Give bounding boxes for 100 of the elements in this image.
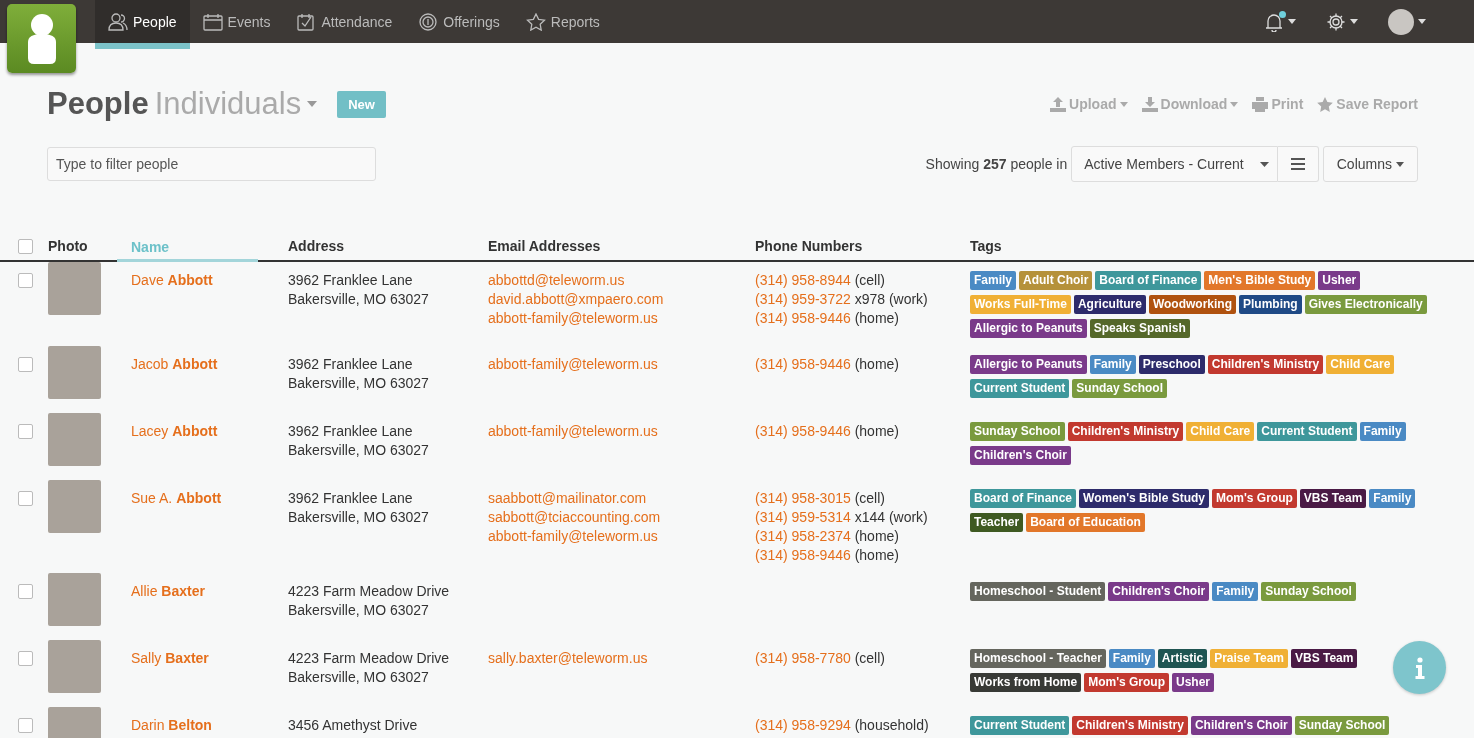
tag-label[interactable]: Praise Team bbox=[1210, 649, 1288, 668]
tag-label[interactable]: Usher bbox=[1172, 673, 1214, 692]
row-checkbox[interactable] bbox=[18, 491, 33, 506]
email-link[interactable]: sally.baxter@teleworm.us bbox=[488, 649, 648, 668]
tag-label[interactable]: Sunday School bbox=[970, 422, 1065, 441]
nav-tab[interactable]: Offerings bbox=[405, 0, 513, 49]
row-checkbox[interactable] bbox=[18, 718, 33, 733]
tag-label[interactable]: Homeschool - Student bbox=[970, 582, 1106, 601]
phone-link[interactable]: (314) 958-9446 bbox=[755, 310, 851, 326]
tag-label[interactable]: Children's Choir bbox=[1190, 716, 1292, 735]
row-checkbox[interactable] bbox=[18, 651, 33, 666]
phone-link[interactable]: (314) 958-7780 bbox=[755, 650, 851, 666]
list-menu-button[interactable] bbox=[1277, 146, 1319, 182]
email-link[interactable]: abbott-family@teleworm.us bbox=[488, 527, 658, 546]
phone-link[interactable]: (314) 958-8944 bbox=[755, 272, 851, 288]
phone-link[interactable]: (314) 958-9446 bbox=[755, 356, 851, 372]
tag-label[interactable]: Board of Finance bbox=[1095, 271, 1202, 290]
phone-link[interactable]: (314) 958-9446 bbox=[755, 547, 851, 563]
upload-icon[interactable] bbox=[1050, 96, 1067, 112]
tag-label[interactable]: Usher bbox=[1318, 271, 1361, 290]
caret-icon[interactable] bbox=[1418, 19, 1426, 24]
email-link[interactable]: abbott-family@teleworm.us bbox=[488, 422, 658, 441]
tag-label[interactable]: Child Care bbox=[1326, 355, 1395, 374]
star-icon[interactable] bbox=[1317, 96, 1334, 112]
tag-label[interactable]: Child Care bbox=[1186, 422, 1255, 441]
tag-label[interactable]: Mom's Group bbox=[1084, 673, 1169, 692]
user-avatar[interactable] bbox=[1388, 8, 1414, 35]
caret-icon[interactable] bbox=[1350, 19, 1358, 24]
person-name-link[interactable]: Sally Baxter bbox=[131, 650, 209, 666]
settings-icon[interactable] bbox=[1326, 11, 1346, 32]
tag-label[interactable]: Family bbox=[1359, 422, 1406, 441]
tag-label[interactable]: Children's Ministry bbox=[1207, 355, 1324, 374]
tag-label[interactable]: Children's Choir bbox=[970, 446, 1071, 465]
person-name-link[interactable]: Dave Abbott bbox=[131, 272, 213, 288]
tag-label[interactable]: Artistic bbox=[1157, 649, 1208, 668]
toolbar-action[interactable]: Print bbox=[1271, 96, 1304, 112]
tag-label[interactable]: Speaks Spanish bbox=[1089, 319, 1190, 338]
email-link[interactable]: saabbott@mailinator.com bbox=[488, 489, 647, 508]
row-checkbox[interactable] bbox=[18, 584, 33, 599]
tag-label[interactable]: Board of Education bbox=[1026, 513, 1145, 532]
tag-label[interactable]: Gives Electronically bbox=[1304, 295, 1427, 314]
column-header[interactable]: Email Addresses bbox=[488, 238, 755, 254]
tag-label[interactable]: Adult Choir bbox=[1019, 271, 1093, 290]
phone-link[interactable]: (314) 959-5314 bbox=[755, 509, 851, 525]
email-link[interactable]: david.abbott@xmpaero.com bbox=[488, 290, 664, 309]
tag-label[interactable]: Agriculture bbox=[1073, 295, 1146, 314]
tag-label[interactable]: Allergic to Peanuts bbox=[970, 319, 1087, 338]
nav-tab[interactable]: People bbox=[95, 0, 190, 49]
tag-label[interactable]: Sunday School bbox=[1261, 582, 1356, 601]
nav-tab[interactable]: Reports bbox=[512, 0, 613, 49]
tag-label[interactable]: Current Student bbox=[1257, 422, 1357, 441]
email-link[interactable]: abbott-family@teleworm.us bbox=[488, 309, 658, 328]
tag-label[interactable]: Men's Bible Study bbox=[1204, 271, 1316, 290]
toolbar-action[interactable]: Save Report bbox=[1336, 96, 1418, 112]
columns-button[interactable]: Columns bbox=[1322, 146, 1418, 182]
tag-label[interactable]: Board of Finance bbox=[970, 489, 1076, 508]
tag-label[interactable]: Current Student bbox=[970, 716, 1070, 735]
person-name-link[interactable]: Allie Baxter bbox=[131, 583, 205, 599]
column-header[interactable]: Name bbox=[117, 232, 258, 262]
tag-label[interactable]: Family bbox=[970, 271, 1016, 290]
tag-label[interactable]: Works from Home bbox=[970, 673, 1082, 692]
email-link[interactable]: sabbott@tciaccounting.com bbox=[488, 508, 661, 527]
phone-link[interactable]: (314) 959-3722 bbox=[755, 291, 851, 307]
tag-label[interactable]: Allergic to Peanuts bbox=[970, 355, 1087, 374]
column-header[interactable]: Address bbox=[288, 238, 488, 254]
filter-input[interactable]: Type to filter people bbox=[47, 147, 376, 181]
printer-icon[interactable] bbox=[1252, 96, 1269, 112]
tag-label[interactable]: Homeschool - Teacher bbox=[970, 649, 1106, 668]
tag-label[interactable]: Mom's Group bbox=[1212, 489, 1297, 508]
nav-tab[interactable]: Attendance bbox=[283, 0, 406, 49]
person-name-link[interactable]: Sue A. Abbott bbox=[131, 490, 222, 506]
phone-link[interactable]: (314) 958-3015 bbox=[755, 490, 851, 506]
row-checkbox[interactable] bbox=[18, 424, 33, 439]
new-button[interactable]: New bbox=[337, 90, 386, 118]
tag-label[interactable]: Family bbox=[1212, 582, 1259, 601]
tag-label[interactable]: Children's Ministry bbox=[1072, 716, 1188, 735]
tag-label[interactable]: Children's Ministry bbox=[1067, 422, 1184, 441]
tag-label[interactable]: Sunday School bbox=[1294, 716, 1390, 735]
tag-label[interactable]: VBS Team bbox=[1291, 649, 1358, 668]
select-all-checkbox[interactable] bbox=[18, 238, 33, 254]
tag-label[interactable]: Works Full-Time bbox=[970, 295, 1071, 314]
list-dropdown[interactable]: Active Members - Current bbox=[1071, 146, 1278, 182]
person-name-link[interactable]: Darin Belton bbox=[131, 717, 212, 733]
tag-label[interactable]: Current Student bbox=[970, 379, 1070, 398]
caret-icon[interactable] bbox=[1288, 19, 1296, 24]
tag-label[interactable]: Preschool bbox=[1138, 355, 1205, 374]
tag-label[interactable]: Children's Choir bbox=[1108, 582, 1210, 601]
info-button[interactable] bbox=[1393, 641, 1446, 694]
phone-link[interactable]: (314) 958-9446 bbox=[755, 423, 851, 439]
notifications-bell-icon[interactable] bbox=[1264, 11, 1284, 32]
tag-label[interactable]: Teacher bbox=[970, 513, 1024, 532]
nav-tab[interactable]: Events bbox=[189, 0, 284, 49]
column-header[interactable]: Phone Numbers bbox=[755, 238, 970, 254]
person-name-link[interactable]: Jacob Abbott bbox=[131, 356, 218, 372]
row-checkbox[interactable] bbox=[18, 357, 33, 372]
phone-link[interactable]: (314) 958-9294 bbox=[755, 717, 851, 733]
tag-label[interactable]: Family bbox=[1369, 489, 1416, 508]
tag-label[interactable]: Women's Bible Study bbox=[1079, 489, 1209, 508]
email-link[interactable]: abbott-family@teleworm.us bbox=[488, 355, 658, 374]
tag-label[interactable]: VBS Team bbox=[1299, 489, 1367, 508]
